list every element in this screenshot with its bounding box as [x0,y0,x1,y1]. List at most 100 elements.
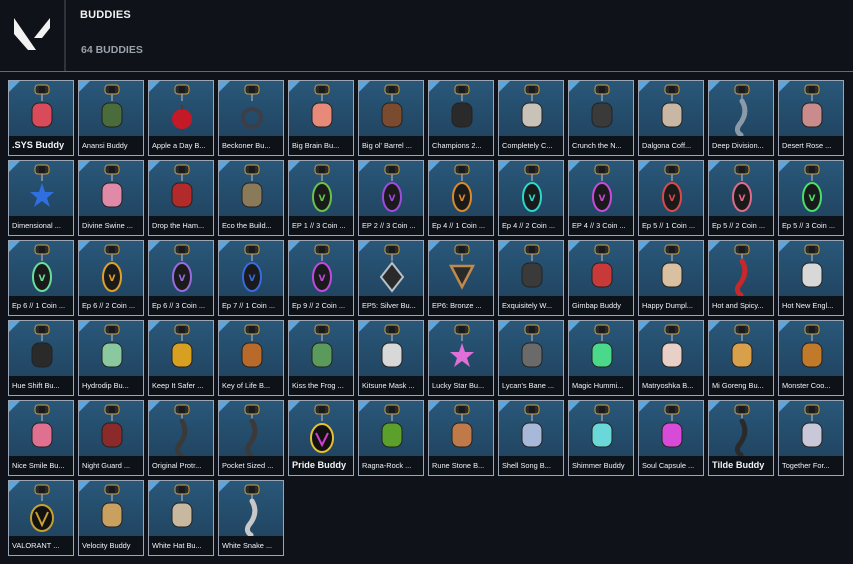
buddy-card[interactable]: Big Brain Bu... [288,80,354,156]
buddy-card[interactable]: Magic Hummi... [568,320,634,396]
buddy-card[interactable]: Desert Rose ... [778,80,844,156]
buddy-card[interactable]: V Ep 5 // 1 Coin ... [638,160,704,236]
buddy-card[interactable]: Ragna-Rock ... [358,400,424,476]
buddy-name: EP 2 // 3 Coin ... [359,216,423,235]
new-corner-badge [709,401,720,412]
buddy-name: Shimmer Buddy [569,456,633,475]
buddy-card[interactable]: Matryoshka B... [638,320,704,396]
new-corner-badge [779,241,790,252]
buddy-name: Drop the Ham... [149,216,213,235]
new-corner-badge [499,81,510,92]
buddy-card[interactable]: V Ep 7 // 1 Coin ... [218,240,284,316]
buddy-name: Pride Buddy [289,456,353,475]
buddy-card[interactable]: V Ep 9 // 2 Coin ... [288,240,354,316]
new-corner-badge [219,321,230,332]
buddy-card[interactable]: Apple a Day B... [148,80,214,156]
svg-text:V: V [319,274,326,284]
buddy-card[interactable]: V Ep 6 // 3 Coin ... [148,240,214,316]
buddy-card[interactable]: Kitsune Mask ... [358,320,424,396]
buddy-card[interactable]: Deep Division... [708,80,774,156]
new-corner-badge [709,321,720,332]
valorant-logo-icon[interactable] [10,12,54,56]
new-corner-badge [499,241,510,252]
buddy-name: Pocket Sized ... [219,456,283,475]
buddy-card[interactable]: Mi Goreng Bu... [708,320,774,396]
buddy-card[interactable]: Dalgona Coff... [638,80,704,156]
new-corner-badge [79,481,90,492]
buddy-card[interactable]: Drop the Ham... [148,160,214,236]
buddy-card[interactable]: Pride Buddy [288,400,354,476]
buddy-name: Champions 2... [429,136,493,155]
buddy-card[interactable]: Happy Dumpl... [638,240,704,316]
buddy-card[interactable]: Hot and Spicy... [708,240,774,316]
buddy-card[interactable]: V Ep 4 // 1 Coin ... [428,160,494,236]
buddy-card[interactable]: Rune Stone B... [428,400,494,476]
buddy-card[interactable]: Key of Life B... [218,320,284,396]
buddy-card[interactable]: V Ep 4 // 2 Coin ... [498,160,564,236]
new-corner-badge [9,401,20,412]
buddy-card[interactable]: Nice Smile Bu... [8,400,74,476]
buddy-card[interactable]: V EP 1 // 3 Coin ... [288,160,354,236]
buddy-card[interactable]: VALORANT ... [8,480,74,556]
buddy-card[interactable]: Hue Shift Bu... [8,320,74,396]
buddy-card[interactable]: Anansi Buddy [78,80,144,156]
buddy-card[interactable]: Big ol' Barrel ... [358,80,424,156]
buddy-card[interactable]: Gimbap Buddy [568,240,634,316]
buddy-card[interactable]: Monster Coo... [778,320,844,396]
buddy-card[interactable]: EP5: Silver Bu... [358,240,424,316]
new-corner-badge [359,401,370,412]
buddy-name: Nice Smile Bu... [9,456,73,475]
buddy-card[interactable]: Crunch the N... [568,80,634,156]
buddy-card[interactable]: Divine Swine ... [78,160,144,236]
page-header: BUDDIES 64 BUDDIES [0,0,853,71]
buddy-card[interactable]: Together For... [778,400,844,476]
buddy-name: Gimbap Buddy [569,296,633,315]
buddy-name: Ep 6 // 1 Coin ... [9,296,73,315]
new-corner-badge [569,241,580,252]
buddy-name: Original Protr... [149,456,213,475]
buddy-card[interactable]: Beckoner Bu... [218,80,284,156]
buddy-name: Rune Stone B... [429,456,493,475]
buddy-card[interactable]: Lucky Star Bu... [428,320,494,396]
buddy-name: White Hat Bu... [149,536,213,555]
buddy-card[interactable]: V Ep 6 // 1 Coin ... [8,240,74,316]
buddy-card[interactable]: Night Guard ... [78,400,144,476]
buddy-card[interactable]: Champions 2... [428,80,494,156]
buddy-name: Ep 5 // 2 Coin ... [709,216,773,235]
new-corner-badge [779,401,790,412]
buddy-card[interactable]: Hydrodip Bu... [78,320,144,396]
new-corner-badge [569,401,580,412]
buddy-card[interactable]: White Hat Bu... [148,480,214,556]
new-corner-badge [429,321,440,332]
buddy-card[interactable]: Hot New Engl... [778,240,844,316]
buddy-card[interactable]: Kiss the Frog ... [288,320,354,396]
buddy-card[interactable]: Lycan's Bane ... [498,320,564,396]
buddy-card[interactable]: Soul Capsule ... [638,400,704,476]
buddy-card[interactable]: Original Protr... [148,400,214,476]
buddy-name: Dalgona Coff... [639,136,703,155]
buddy-card[interactable]: V EP 4 // 3 Coin ... [568,160,634,236]
buddy-card[interactable]: V Ep 5 // 3 Coin ... [778,160,844,236]
buddy-card[interactable]: Tilde Buddy [708,400,774,476]
buddy-name: Velocity Buddy [79,536,143,555]
new-corner-badge [639,81,650,92]
buddy-card[interactable]: Shell Song B... [498,400,564,476]
svg-text:V: V [459,194,466,204]
buddy-card[interactable]: V Ep 5 // 2 Coin ... [708,160,774,236]
buddy-card[interactable]: V EP 2 // 3 Coin ... [358,160,424,236]
svg-text:V: V [389,194,396,204]
buddy-card[interactable]: White Snake ... [218,480,284,556]
buddy-card[interactable]: Shimmer Buddy [568,400,634,476]
buddy-card[interactable]: .SYS Buddy [8,80,74,156]
buddy-card[interactable]: Keep It Safer ... [148,320,214,396]
buddy-card[interactable]: Eco the Build... [218,160,284,236]
buddy-name: Monster Coo... [779,376,843,395]
new-corner-badge [9,161,20,172]
buddy-card[interactable]: EP6: Bronze ... [428,240,494,316]
buddy-card[interactable]: Velocity Buddy [78,480,144,556]
buddy-card[interactable]: Exquisitely W... [498,240,564,316]
buddy-card[interactable]: Completely C... [498,80,564,156]
buddy-card[interactable]: Dimensional ... [8,160,74,236]
buddy-card[interactable]: Pocket Sized ... [218,400,284,476]
buddy-card[interactable]: V Ep 6 // 2 Coin ... [78,240,144,316]
